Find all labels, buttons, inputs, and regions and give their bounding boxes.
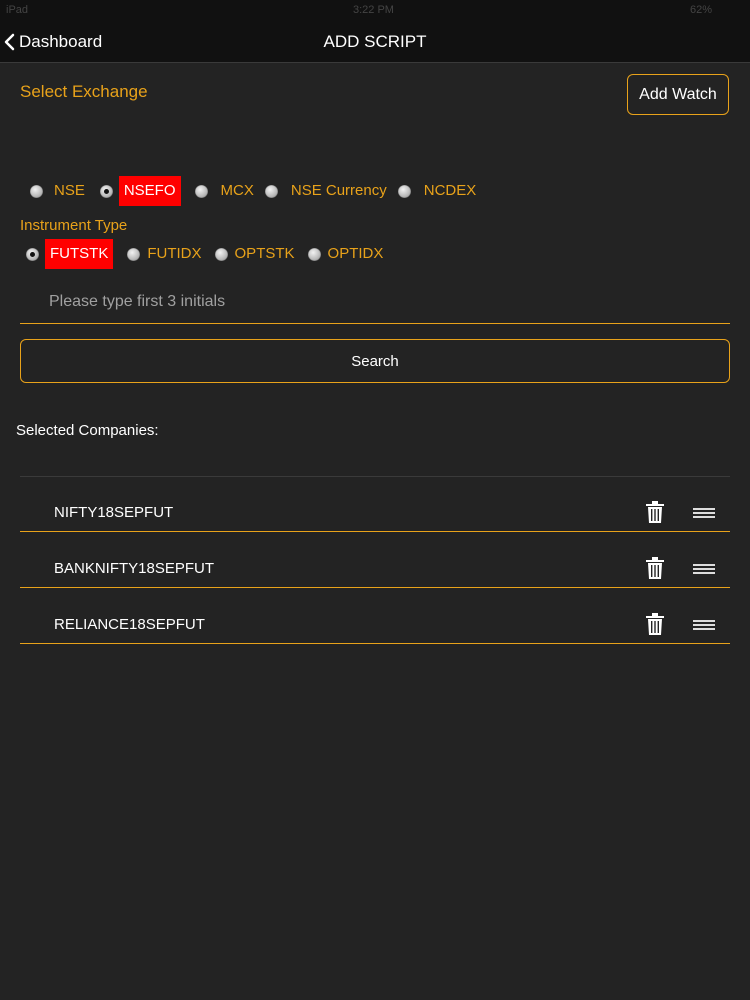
exchange-option-ncdex[interactable]: NCDEX [397,176,482,206]
instrument-option-label: OPTIDX [327,245,384,262]
list-item[interactable]: NIFTY18SEPFUT [20,476,730,532]
instrument-option-optidx[interactable]: OPTIDX [307,239,389,269]
list-item[interactable]: BANKNIFTY18SEPFUT [20,533,730,588]
search-button[interactable]: Search [20,339,730,383]
search-input[interactable] [20,280,730,324]
radio-icon [307,247,321,261]
instrument-type-label: Instrument Type [20,217,128,234]
status-time: 3:22 PM [353,4,394,16]
radio-icon [397,184,411,198]
exchange-radio-group: NSE NSEFO MCX NSE Currency NCDEX [30,176,481,206]
exchange-option-label: MCX [220,182,254,199]
select-exchange-label: Select Exchange [20,82,148,101]
trash-icon[interactable] [646,501,664,523]
radio-icon [127,247,141,261]
reorder-icon[interactable] [693,620,715,630]
exchange-option-mcx[interactable]: MCX [194,176,259,206]
trash-icon[interactable] [646,613,664,635]
radio-checked-icon [26,247,39,261]
company-name: RELIANCE18SEPFUT [54,616,205,633]
exchange-option-label: NSEFO [118,176,181,206]
exchange-option-label: NCDEX [423,182,477,199]
instrument-option-label: FUTIDX [147,245,202,262]
company-list: NIFTY18SEPFUT BANKNIFTY18SEPFUT RELIANCE… [20,476,730,645]
exchange-option-nse[interactable]: NSE [30,176,90,206]
instrument-option-futstk[interactable]: FUTSTK [26,239,114,269]
exchange-option-label: NSE [54,182,85,199]
company-name: BANKNIFTY18SEPFUT [54,560,215,577]
exchange-option-label: NSE Currency [290,182,387,199]
instrument-option-label: FUTSTK [45,239,114,269]
company-name: NIFTY18SEPFUT [54,504,174,521]
list-item[interactable]: RELIANCE18SEPFUT [20,589,730,644]
radio-icon [214,247,228,261]
instrument-option-label: OPTSTK [234,245,295,262]
add-watch-button[interactable]: Add Watch [627,74,729,115]
trash-icon[interactable] [646,557,664,579]
nav-bar: Dashboard ADD SCRIPT [0,20,750,63]
carrier-label: iPad [6,4,29,16]
instrument-option-futidx[interactable]: FUTIDX [127,239,206,269]
radio-icon [264,184,278,198]
instrument-radio-group: FUTSTK FUTIDX OPTSTK OPTIDX [26,239,388,269]
selected-companies-label: Selected Companies: [16,422,159,439]
radio-icon [30,184,43,198]
radio-checked-icon [99,184,113,198]
reorder-icon[interactable] [693,564,715,574]
radio-icon [194,184,208,198]
exchange-option-nsefo[interactable]: NSEFO [99,176,181,206]
instrument-option-optstk[interactable]: OPTSTK [214,239,300,269]
page-title: ADD SCRIPT [323,32,427,51]
reorder-icon[interactable] [693,508,715,518]
battery-label: 62% [690,4,713,16]
exchange-option-nse-currency[interactable]: NSE Currency [264,176,392,206]
status-bar: iPad 3:22 PM 62% [0,0,750,20]
